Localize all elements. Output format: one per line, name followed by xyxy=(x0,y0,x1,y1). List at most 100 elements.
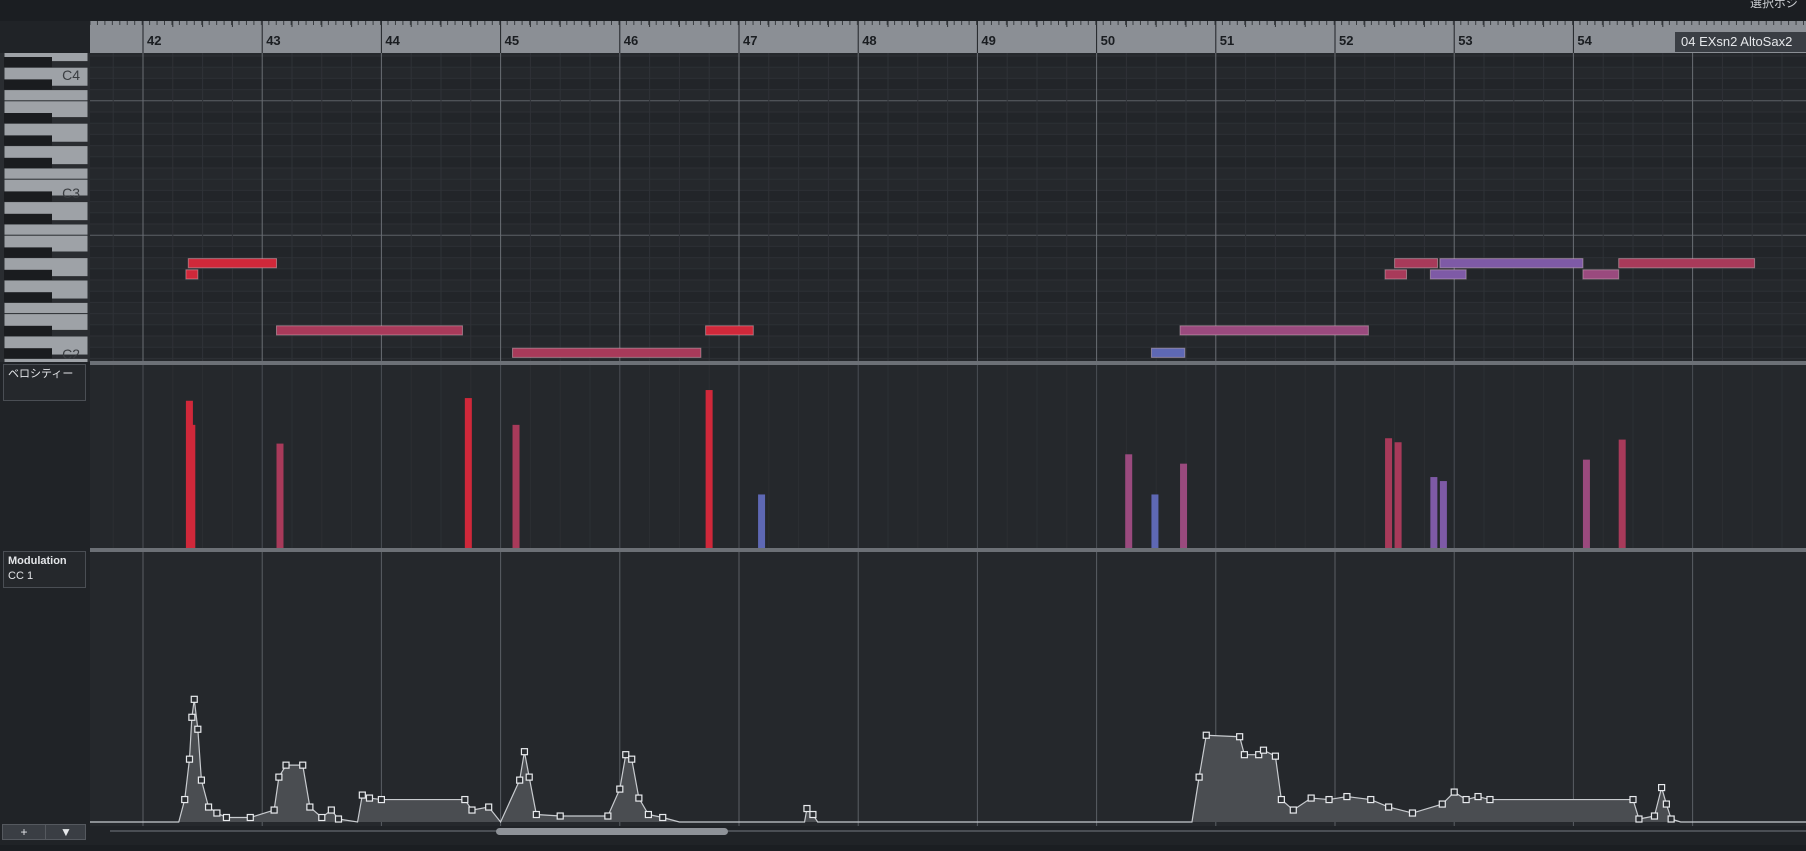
cc-point[interactable] xyxy=(1259,746,1268,754)
midi-note[interactable] xyxy=(705,325,754,336)
midi-note[interactable] xyxy=(1429,269,1467,280)
cc-point[interactable] xyxy=(468,806,476,814)
cc-point[interactable] xyxy=(1462,795,1470,804)
cc-point[interactable] xyxy=(616,785,624,793)
velocity-bar[interactable] xyxy=(1394,442,1402,548)
controller-lane[interactable] xyxy=(90,552,1806,826)
cc-point[interactable] xyxy=(635,794,643,802)
cc-point[interactable] xyxy=(1474,792,1482,801)
velocity-bar[interactable] xyxy=(1125,454,1133,548)
velocity-bar[interactable] xyxy=(1151,494,1159,548)
cc-point[interactable] xyxy=(1662,800,1670,808)
cc-point[interactable] xyxy=(334,815,343,823)
cc-point[interactable] xyxy=(1629,795,1637,804)
cc-point[interactable] xyxy=(377,795,385,804)
cc-point[interactable] xyxy=(604,812,612,820)
cc-point[interactable] xyxy=(1658,783,1666,792)
cc-point[interactable] xyxy=(803,804,811,813)
add-lane-button[interactable]: + xyxy=(3,825,46,839)
velocity-lane[interactable] xyxy=(90,365,1806,548)
cc-point[interactable] xyxy=(1635,815,1643,823)
midi-note[interactable] xyxy=(1618,258,1756,269)
cc-point[interactable] xyxy=(1325,795,1333,804)
cc-point[interactable] xyxy=(1307,794,1315,802)
cc-point[interactable] xyxy=(1202,731,1210,739)
horizontal-scrollbar[interactable] xyxy=(110,830,1806,832)
cc-point[interactable] xyxy=(197,776,206,784)
cc-point[interactable] xyxy=(659,813,667,822)
midi-note[interactable] xyxy=(185,269,199,280)
velocity-bar[interactable] xyxy=(1385,438,1393,548)
midi-note[interactable] xyxy=(1150,347,1186,358)
cc-point[interactable] xyxy=(520,748,529,756)
velocity-bar[interactable] xyxy=(1618,439,1626,548)
midi-note[interactable] xyxy=(1179,325,1369,336)
cc-point[interactable] xyxy=(222,813,231,822)
cc-point[interactable] xyxy=(644,810,653,819)
cc-point[interactable] xyxy=(628,755,636,763)
cc-point[interactable] xyxy=(1277,795,1285,804)
cc-point[interactable] xyxy=(1240,751,1249,759)
cc-point[interactable] xyxy=(1450,788,1458,796)
cc-point[interactable] xyxy=(485,803,493,811)
cc-point[interactable] xyxy=(213,809,221,817)
velocity-bar[interactable] xyxy=(512,424,520,548)
midi-note[interactable] xyxy=(276,325,463,336)
cc-point[interactable] xyxy=(1236,733,1244,741)
cc-point[interactable] xyxy=(282,761,290,769)
piano-keyboard[interactable]: C4 C3 C2 xyxy=(0,53,90,362)
cc-point[interactable] xyxy=(809,810,817,819)
velocity-bar[interactable] xyxy=(1582,459,1590,548)
velocity-bar[interactable] xyxy=(1439,481,1447,548)
cc-point[interactable] xyxy=(185,755,194,763)
cc-point[interactable] xyxy=(299,761,307,769)
velocity-bar[interactable] xyxy=(1430,477,1438,548)
cc-point[interactable] xyxy=(532,810,540,819)
velocity-bar[interactable] xyxy=(705,390,713,548)
note-grid[interactable] xyxy=(90,53,1806,362)
cc-point[interactable] xyxy=(1289,806,1297,814)
controller-lane-selector[interactable]: Modulation CC 1 xyxy=(3,551,86,588)
cc-point[interactable] xyxy=(1195,773,1203,781)
velocity-bar[interactable] xyxy=(276,443,284,548)
cc-point[interactable] xyxy=(181,795,189,804)
cc-point[interactable] xyxy=(318,813,326,822)
midi-note[interactable] xyxy=(1439,258,1584,269)
cc-point[interactable] xyxy=(1486,795,1494,804)
midi-note[interactable] xyxy=(1394,258,1439,269)
scrollbar-thumb[interactable] xyxy=(496,828,728,835)
midi-note[interactable] xyxy=(1582,269,1620,280)
cc-point[interactable] xyxy=(1385,803,1393,811)
midi-note[interactable] xyxy=(187,258,278,269)
bar-ruler[interactable] xyxy=(90,21,1806,53)
velocity-bar[interactable] xyxy=(1180,463,1188,548)
velocity-bar[interactable] xyxy=(758,494,766,548)
velocity-bar[interactable] xyxy=(464,398,472,548)
cc-point[interactable] xyxy=(365,794,374,802)
cc-point[interactable] xyxy=(1667,815,1675,823)
cc-point[interactable] xyxy=(275,773,283,781)
cc-point[interactable] xyxy=(190,695,198,703)
cc-point[interactable] xyxy=(1271,752,1280,760)
cc-point[interactable] xyxy=(525,773,533,781)
cc-point[interactable] xyxy=(1343,792,1351,801)
cc-point[interactable] xyxy=(1650,812,1659,820)
cc-point[interactable] xyxy=(327,806,335,814)
cc-point[interactable] xyxy=(204,803,213,811)
cc-point[interactable] xyxy=(1408,809,1417,817)
cc-point[interactable] xyxy=(1367,795,1375,804)
cc-point[interactable] xyxy=(306,803,314,811)
cc-point[interactable] xyxy=(622,751,630,759)
cc-point[interactable] xyxy=(270,806,278,814)
cc-point[interactable] xyxy=(516,776,524,784)
cc-point[interactable] xyxy=(461,795,469,804)
midi-note[interactable] xyxy=(1384,269,1408,280)
cc-point[interactable] xyxy=(246,813,254,822)
cc-point[interactable] xyxy=(1438,800,1446,808)
cc-point[interactable] xyxy=(358,791,366,799)
velocity-lane-selector[interactable]: ベロシティー xyxy=(3,364,86,401)
cc-point[interactable] xyxy=(194,725,202,733)
cc-point[interactable] xyxy=(556,812,564,820)
cc-point[interactable] xyxy=(188,713,196,721)
midi-note[interactable] xyxy=(512,347,702,358)
